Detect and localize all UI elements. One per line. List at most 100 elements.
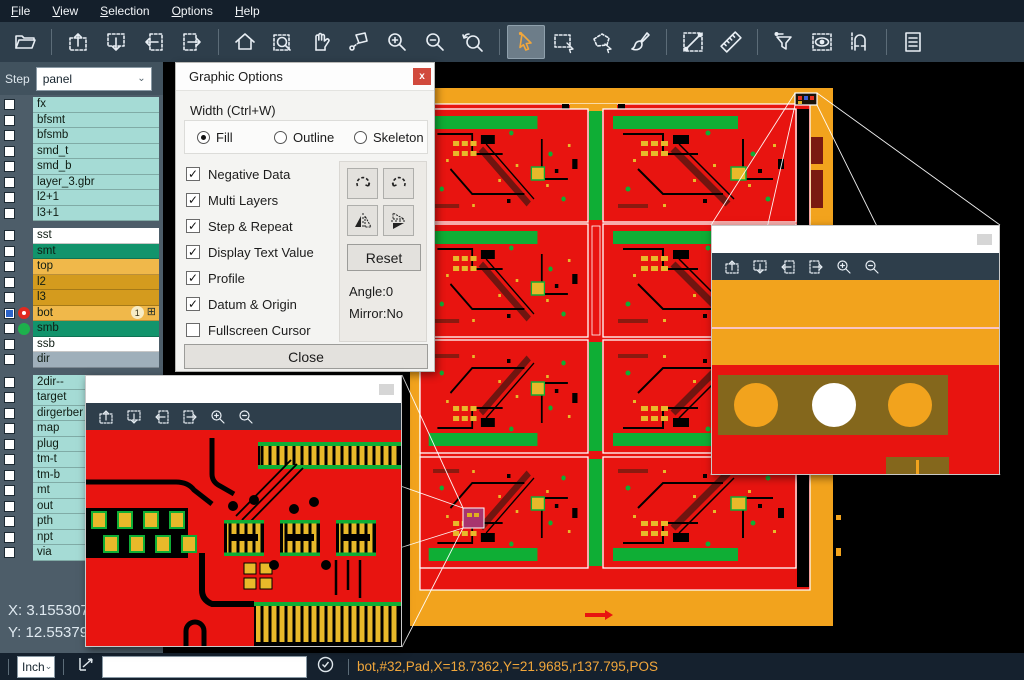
- layer-name-cell[interactable]: smd_b: [33, 159, 159, 175]
- menu-options[interactable]: Options: [161, 0, 224, 22]
- reset-button[interactable]: Reset: [347, 244, 421, 271]
- pan-down-button[interactable]: [746, 255, 774, 279]
- measure-line-button[interactable]: [674, 25, 712, 59]
- pan-left-button[interactable]: [148, 405, 176, 429]
- home-button[interactable]: [226, 25, 264, 59]
- rotate-ccw-button[interactable]: [383, 168, 414, 199]
- zoom-out-button[interactable]: [858, 255, 886, 279]
- zoom-previous-button[interactable]: [454, 25, 492, 59]
- layer-name-cell[interactable]: top: [33, 259, 159, 275]
- layer-visibility-checkbox[interactable]: [4, 501, 15, 512]
- layer-row-l3[interactable]: l3: [0, 290, 163, 306]
- checkbox-display-text-value[interactable]: ✓Display Text Value: [186, 239, 314, 265]
- magnifier-2-titlebar[interactable]: [712, 226, 999, 253]
- layer-visibility-checkbox[interactable]: [4, 208, 15, 219]
- layer-name-cell[interactable]: fx: [33, 97, 159, 113]
- pan-up-button[interactable]: [718, 255, 746, 279]
- magnifier-1-titlebar[interactable]: [86, 376, 401, 403]
- layer-visibility-checkbox[interactable]: [4, 392, 15, 403]
- layer-visibility-checkbox[interactable]: [4, 277, 15, 288]
- zoom-window-button[interactable]: [264, 25, 302, 59]
- menu-file[interactable]: File: [0, 0, 41, 22]
- layer-name-cell[interactable]: l3+1: [33, 206, 159, 222]
- layer-row-top[interactable]: top: [0, 259, 163, 275]
- layer-name-cell[interactable]: smd_t: [33, 144, 159, 160]
- layer-visibility-checkbox[interactable]: [4, 130, 15, 141]
- layer-row-dir[interactable]: dir: [0, 352, 163, 368]
- vertex-edit-button[interactable]: [340, 25, 378, 59]
- mirror-vertical-button[interactable]: [383, 205, 414, 236]
- zoom-in-button[interactable]: [830, 255, 858, 279]
- layer-visibility-checkbox[interactable]: [4, 470, 15, 481]
- magnifier-1-view[interactable]: [86, 430, 401, 646]
- measure-angle-icon[interactable]: [78, 656, 96, 677]
- dialog-titlebar[interactable]: Graphic Options: [176, 63, 434, 91]
- layer-visibility-checkbox[interactable]: [4, 354, 15, 365]
- checkbox-profile[interactable]: ✓Profile: [186, 265, 314, 291]
- brush-button[interactable]: [621, 25, 659, 59]
- layer-visibility-checkbox[interactable]: [4, 423, 15, 434]
- layer-visibility-checkbox[interactable]: [4, 439, 15, 450]
- radio-outline[interactable]: Outline: [274, 130, 334, 145]
- layer-row-smb[interactable]: smb: [0, 321, 163, 337]
- layer-name-cell[interactable]: l2: [33, 275, 159, 291]
- layer-visibility-checkbox[interactable]: [4, 192, 15, 203]
- checkbox-negative-data[interactable]: ✓Negative Data: [186, 161, 314, 187]
- menu-selection[interactable]: Selection: [89, 0, 160, 22]
- radio-fill[interactable]: Fill: [197, 130, 233, 145]
- pan-right-button[interactable]: [802, 255, 830, 279]
- filter-button[interactable]: [765, 25, 803, 59]
- pan-right-button[interactable]: [176, 405, 204, 429]
- select-arrow-button[interactable]: [507, 25, 545, 59]
- checkbox-multi-layers[interactable]: ✓Multi Layers: [186, 187, 314, 213]
- layer-visibility-checkbox[interactable]: [4, 146, 15, 157]
- layer-name-cell[interactable]: dir: [33, 352, 159, 368]
- pan-left-button[interactable]: [135, 25, 173, 59]
- layer-name-cell[interactable]: bfsmb: [33, 128, 159, 144]
- dialog-close-button[interactable]: x: [413, 68, 431, 85]
- pan-hand-button[interactable]: [302, 25, 340, 59]
- layer-name-cell[interactable]: smt: [33, 244, 159, 260]
- close-button[interactable]: Close: [184, 344, 428, 369]
- layer-visibility-checkbox[interactable]: [4, 339, 15, 350]
- layer-visibility-checkbox[interactable]: [4, 230, 15, 241]
- magnifier-2-view[interactable]: [712, 280, 999, 474]
- snap-button[interactable]: [841, 25, 879, 59]
- step-select[interactable]: panel ⌄: [36, 67, 152, 91]
- layer-name-cell[interactable]: smb: [33, 321, 159, 337]
- layer-visibility-checkbox[interactable]: [4, 454, 15, 465]
- ruler-button[interactable]: [712, 25, 750, 59]
- zoom-in-button[interactable]: [204, 405, 232, 429]
- layer-visibility-checkbox[interactable]: [4, 547, 15, 558]
- layer-row-l2+1[interactable]: l2+1: [0, 190, 163, 206]
- layer-visibility-checkbox[interactable]: [4, 99, 15, 110]
- layer-name-cell[interactable]: sst: [33, 228, 159, 244]
- layer-visibility-checkbox[interactable]: [4, 261, 15, 272]
- layer-row-l3+1[interactable]: l3+1: [0, 206, 163, 222]
- zoom-out-button[interactable]: [232, 405, 260, 429]
- layer-visibility-checkbox[interactable]: [4, 532, 15, 543]
- checkbox-fullscreen-cursor[interactable]: Fullscreen Cursor: [186, 317, 314, 343]
- layer-row-l2[interactable]: l2: [0, 275, 163, 291]
- layer-row-fx[interactable]: fx: [0, 97, 163, 113]
- report-button[interactable]: [894, 25, 932, 59]
- layer-visibility-checkbox[interactable]: [4, 177, 15, 188]
- layer-row-ssb[interactable]: ssb: [0, 337, 163, 353]
- pan-left-button[interactable]: [774, 255, 802, 279]
- rect-select-button[interactable]: [545, 25, 583, 59]
- layer-row-sst[interactable]: sst: [0, 228, 163, 244]
- layer-name-cell[interactable]: l3: [33, 290, 159, 306]
- polygon-select-button[interactable]: [583, 25, 621, 59]
- layer-visibility-checkbox[interactable]: [4, 115, 15, 126]
- layer-name-cell[interactable]: bot1⊞: [33, 306, 159, 322]
- layer-row-layer_3.gbr[interactable]: layer_3.gbr: [0, 175, 163, 191]
- layer-visibility-checkbox[interactable]: [4, 161, 15, 172]
- command-input[interactable]: [102, 656, 307, 678]
- magnifier-1-close-button[interactable]: [379, 384, 394, 395]
- radio-skeleton[interactable]: Skeleton: [354, 130, 424, 145]
- layer-row-bfsmb[interactable]: bfsmb: [0, 128, 163, 144]
- menu-view[interactable]: View: [41, 0, 89, 22]
- layer-name-cell[interactable]: layer_3.gbr: [33, 175, 159, 191]
- zoom-in-button[interactable]: [378, 25, 416, 59]
- pan-down-button[interactable]: [97, 25, 135, 59]
